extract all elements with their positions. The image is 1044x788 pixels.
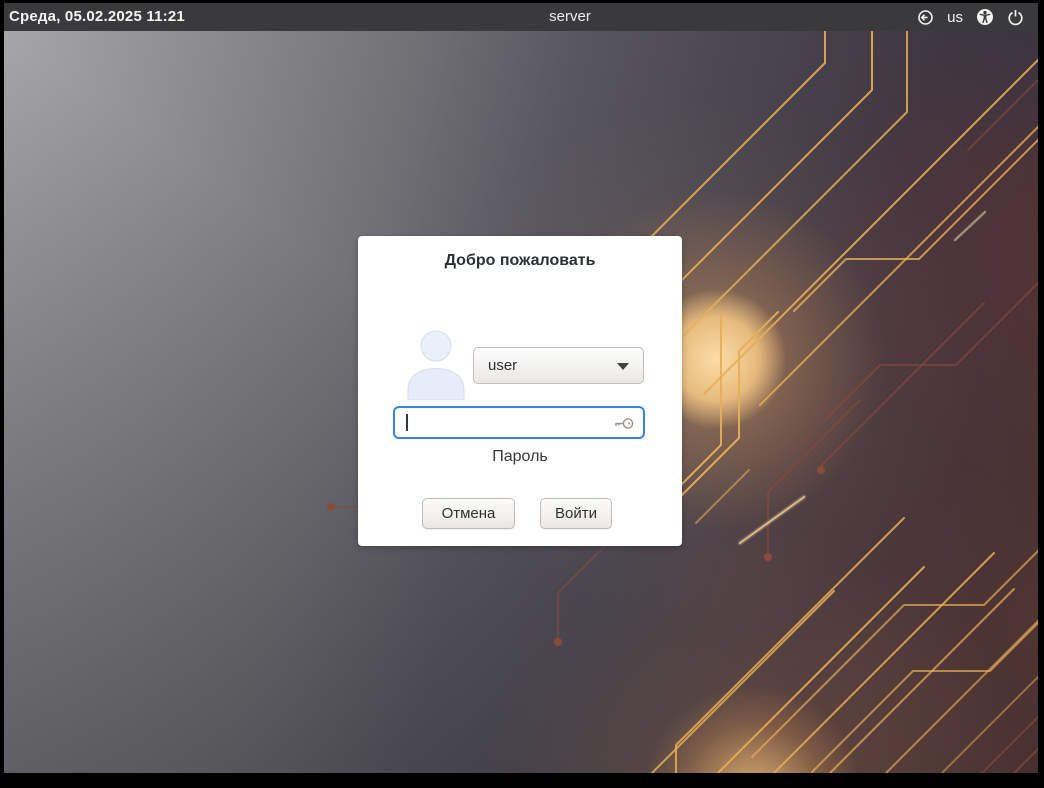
vm-screen: Среда, 05.02.2025 11:21 server us Добро …	[4, 3, 1038, 773]
user-select-dropdown[interactable]: user	[473, 347, 644, 384]
password-key-icon	[613, 415, 635, 432]
password-label: Пароль	[358, 448, 682, 466]
panel-hostname: server	[549, 3, 591, 31]
login-dialog: Добро пожаловать user Пароль Отмена Войт…	[358, 236, 682, 546]
text-caret	[406, 414, 408, 431]
login-button[interactable]: Войти	[540, 498, 612, 529]
accessibility-icon[interactable]	[976, 8, 994, 26]
dialog-title: Добро пожаловать	[358, 252, 682, 270]
panel-clock[interactable]: Среда, 05.02.2025 11:21	[9, 3, 185, 31]
power-icon[interactable]	[1007, 9, 1024, 26]
top-panel: Среда, 05.02.2025 11:21 server us	[4, 3, 1038, 31]
chevron-down-icon	[617, 363, 629, 370]
cancel-button[interactable]: Отмена	[422, 498, 515, 529]
password-input[interactable]	[393, 406, 645, 439]
keyboard-layout-indicator[interactable]: us	[947, 9, 963, 26]
session-icon[interactable]	[917, 9, 934, 26]
user-avatar-icon	[405, 330, 467, 400]
selected-username: user	[488, 348, 517, 383]
